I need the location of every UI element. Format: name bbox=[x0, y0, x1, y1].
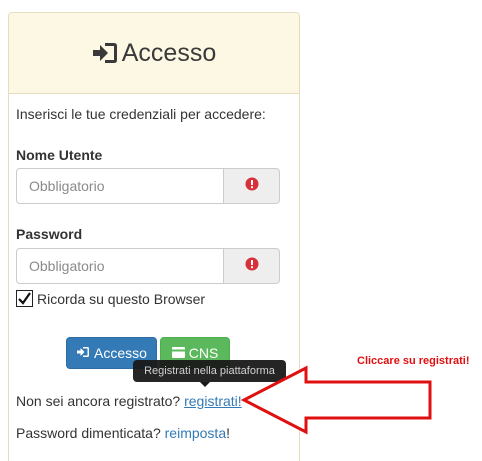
annotation-text: Cliccare su registrati! bbox=[357, 355, 470, 367]
annotation-arrow bbox=[240, 365, 432, 435]
